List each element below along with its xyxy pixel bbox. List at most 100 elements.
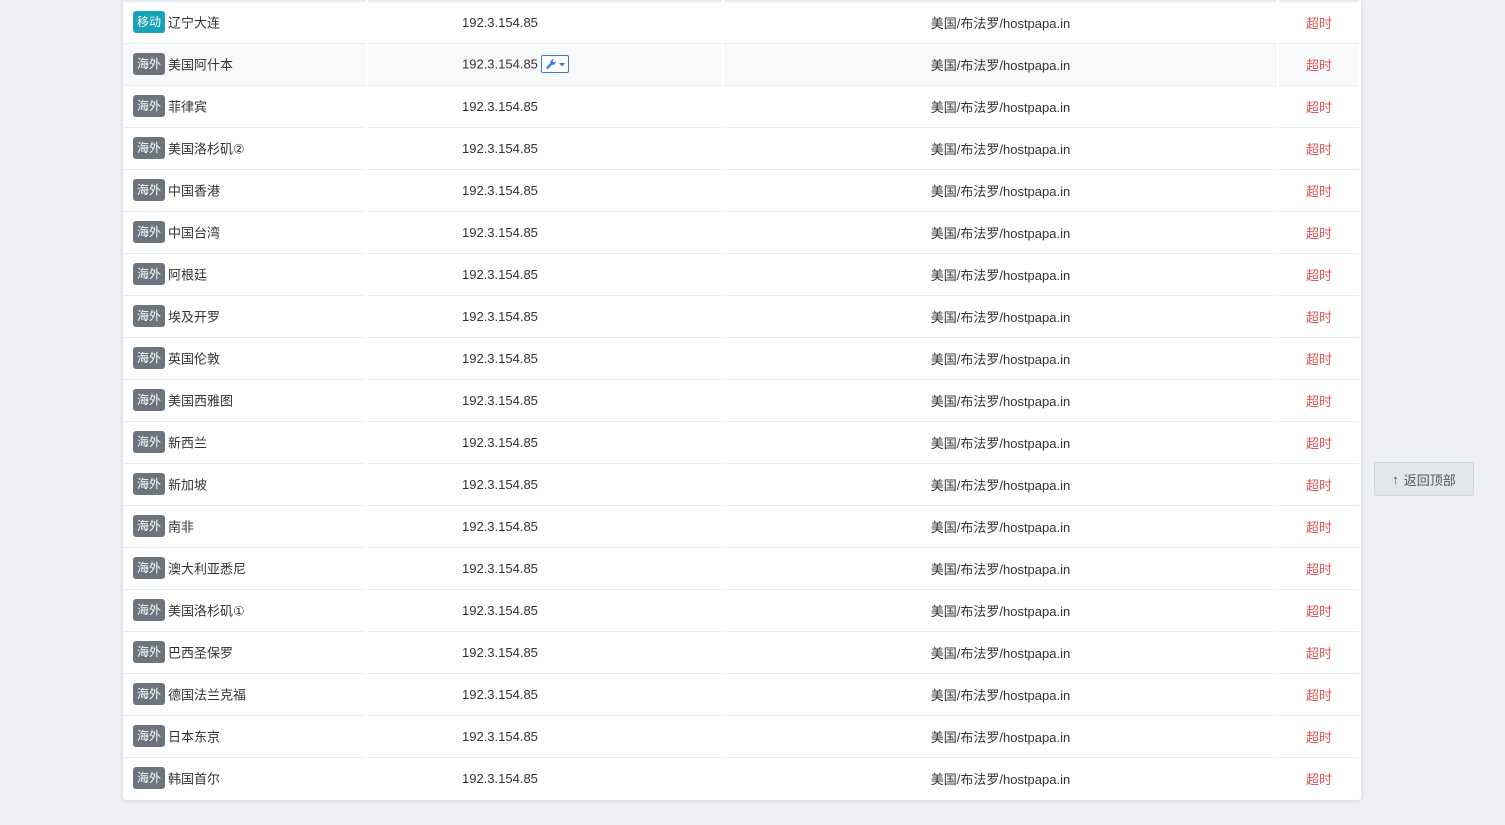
results-panel: 移动 辽宁大连 192.3.154.85 美国/布法罗/hostpapa.in 超时 海外… [123,0,1361,800]
oversea-badge: 海外 [133,305,166,327]
status-cell: 超时 [1278,505,1361,548]
status-timeout: 超时 [1305,603,1332,619]
status-cell: 超时 [1278,673,1361,716]
tools-dropdown-button[interactable] [540,55,569,73]
node-name: 阿根廷 [168,267,208,283]
status-timeout: 超时 [1305,477,1332,493]
location-text: 美国/布法罗/hostpapa.in [930,645,1071,661]
location-cell: 美国/布法罗/hostpapa.in [723,463,1279,506]
ip-cell: 192.3.154.85 [367,463,724,506]
oversea-badge: 海外 [133,347,166,369]
ip-cell: 192.3.154.85 [367,505,724,548]
location-text: 美国/布法罗/hostpapa.in [930,519,1071,535]
ip-cell: 192.3.154.85 [367,295,724,338]
status-timeout: 超时 [1305,183,1332,199]
table-row: 海外 美国洛杉矶② 192.3.154.85 美国/布法罗/hostpapa.in 超时 [123,127,1361,170]
location-cell: 美国/布法罗/hostpapa.in [723,421,1279,464]
location-cell: 美国/布法罗/hostpapa.in [723,505,1279,548]
status-timeout: 超时 [1305,99,1332,115]
back-to-top-button[interactable]: ↑ 返回顶部 [1374,462,1474,496]
ip-address: 192.3.154.85 [462,561,538,577]
oversea-badge: 海外 [133,263,166,285]
ip-address: 192.3.154.85 [462,267,538,283]
node-name: 日本东京 [168,729,221,745]
status-cell: 超时 [1278,421,1361,464]
status-timeout: 超时 [1305,729,1332,745]
ip-cell: 192.3.154.85 [367,253,724,296]
node-cell: 海外 中国台湾 [123,211,368,254]
node-cell: 海外 美国西雅图 [123,379,368,422]
node-name: 德国法兰克福 [168,687,247,703]
location-cell: 美国/布法罗/hostpapa.in [723,589,1279,632]
location-text: 美国/布法罗/hostpapa.in [930,729,1071,745]
status-timeout: 超时 [1305,687,1332,703]
node-name: 巴西圣保罗 [168,645,234,661]
status-timeout: 超时 [1305,267,1332,283]
oversea-badge: 海外 [133,683,166,705]
location-cell: 美国/布法罗/hostpapa.in [723,169,1279,212]
oversea-badge: 海外 [133,641,166,663]
status-timeout: 超时 [1305,15,1332,31]
ip-cell: 192.3.154.85 [367,547,724,590]
ip-address: 192.3.154.85 [462,56,538,72]
ip-address: 192.3.154.85 [462,225,538,241]
node-name: 英国伦敦 [168,351,221,367]
ip-cell: 192.3.154.85 [367,757,724,799]
status-timeout: 超时 [1305,519,1332,535]
table-row: 海外 菲律宾 192.3.154.85 美国/布法罗/hostpapa.in 超时 [123,85,1361,128]
location-text: 美国/布法罗/hostpapa.in [930,183,1071,199]
ip-address: 192.3.154.85 [462,141,538,157]
location-cell: 美国/布法罗/hostpapa.in [723,673,1279,716]
node-name: 南非 [168,519,195,535]
ip-cell: 192.3.154.85 [367,337,724,380]
location-cell: 美国/布法罗/hostpapa.in [723,43,1279,86]
location-cell: 美国/布法罗/hostpapa.in [723,85,1279,128]
status-timeout: 超时 [1305,645,1332,661]
status-cell: 超时 [1278,715,1361,758]
status-cell: 超时 [1278,169,1361,212]
node-cell: 海外 新加坡 [123,463,368,506]
ip-address: 192.3.154.85 [462,645,538,661]
node-name: 辽宁大连 [168,15,221,31]
ip-cell: 192.3.154.85 [367,631,724,674]
ip-address: 192.3.154.85 [462,351,538,367]
node-cell: 海外 埃及开罗 [123,295,368,338]
status-cell: 超时 [1278,379,1361,422]
location-text: 美国/布法罗/hostpapa.in [930,99,1071,115]
status-cell: 超时 [1278,295,1361,338]
location-text: 美国/布法罗/hostpapa.in [930,15,1071,31]
ip-cell: 192.3.154.85 [367,85,724,128]
ip-address: 192.3.154.85 [462,309,538,325]
location-text: 美国/布法罗/hostpapa.in [930,561,1071,577]
oversea-badge: 海外 [133,557,166,579]
node-cell: 海外 巴西圣保罗 [123,631,368,674]
ip-address: 192.3.154.85 [462,477,538,493]
node-cell: 海外 南非 [123,505,368,548]
ip-address: 192.3.154.85 [462,687,538,703]
node-name: 美国洛杉矶① [168,603,245,619]
ip-address: 192.3.154.85 [462,729,538,745]
status-cell: 超时 [1278,43,1361,86]
status-cell: 超时 [1278,211,1361,254]
status-timeout: 超时 [1305,561,1332,577]
oversea-badge: 海外 [133,179,166,201]
oversea-badge: 海外 [133,599,166,621]
node-name: 新西兰 [168,435,208,451]
table-row: 移动 辽宁大连 192.3.154.85 美国/布法罗/hostpapa.in 超时 [123,0,1361,44]
status-cell: 超时 [1278,85,1361,128]
ip-address: 192.3.154.85 [462,771,538,787]
oversea-badge: 海外 [133,515,166,537]
ip-cell: 192.3.154.85 [367,673,724,716]
status-cell: 超时 [1278,547,1361,590]
status-cell: 超时 [1278,463,1361,506]
node-name: 菲律宾 [168,99,208,115]
ip-address: 192.3.154.85 [462,435,538,451]
ip-address: 192.3.154.85 [462,519,538,535]
wrench-icon [545,59,565,70]
ip-cell: 192.3.154.85 [367,715,724,758]
oversea-badge: 海外 [133,137,166,159]
table-row: 海外 新西兰 192.3.154.85 美国/布法罗/hostpapa.in 超时 [123,421,1361,464]
status-timeout: 超时 [1305,393,1332,409]
location-cell: 美国/布法罗/hostpapa.in [723,547,1279,590]
location-text: 美国/布法罗/hostpapa.in [930,603,1071,619]
